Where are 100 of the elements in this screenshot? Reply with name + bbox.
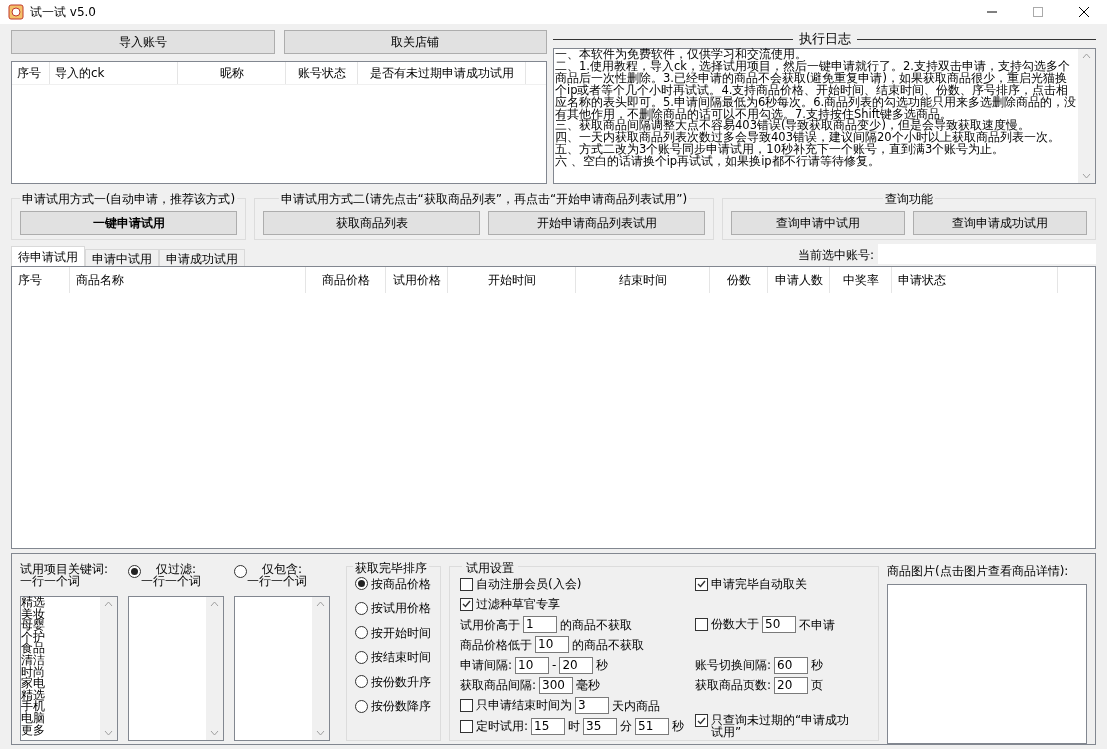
number-field[interactable]: 15 [531, 717, 566, 735]
checkbox[interactable] [460, 597, 473, 611]
radio-button[interactable] [234, 565, 247, 578]
keyword-item: 母婴 [21, 620, 46, 632]
group-title: 试用设置 [462, 559, 518, 577]
checkbox[interactable] [460, 699, 473, 713]
filter-list[interactable] [234, 596, 330, 741]
checkbox[interactable] [460, 577, 473, 591]
setting-label: 获取商品间隔: [460, 677, 537, 695]
keyword-item: 更多 [21, 724, 46, 737]
number-field[interactable]: 10 [535, 636, 569, 654]
radio-label: 按商品价格 [371, 575, 431, 593]
column-header[interactable]: 申请状态 [892, 267, 1058, 293]
checkbox-label: 申请完毕自动取关 [711, 577, 807, 590]
radio-label: 按开始时间 [371, 624, 431, 642]
column-header[interactable]: 商品名称 [70, 267, 306, 293]
action-button[interactable]: 获取商品列表 [263, 211, 480, 235]
column-header[interactable]: 申请人数 [768, 267, 830, 293]
scrollbar[interactable] [100, 597, 117, 740]
group-title: 获取完毕排序 [353, 559, 429, 577]
setting-label: 申请间隔: [460, 657, 513, 675]
radio-button[interactable] [355, 577, 368, 590]
radio-button[interactable] [128, 565, 141, 578]
image-label: 商品图片(点击图片查看商品详情): [887, 563, 1070, 580]
scrollbar[interactable] [312, 597, 329, 740]
checkbox-label: 自动注册会员(入会) [476, 577, 582, 590]
radio-label: 按份数升序 [371, 673, 431, 691]
scrollbar[interactable] [1078, 49, 1095, 183]
checkbox[interactable] [695, 714, 708, 728]
tab[interactable]: 待申请试用 [11, 246, 85, 266]
filter-label: 仅过滤: [155, 563, 196, 575]
radio-button[interactable] [355, 601, 368, 615]
keyword-item: 美妆 [21, 608, 46, 621]
keyword-item: 时尚 [21, 666, 46, 679]
number-field[interactable]: 10 [515, 656, 550, 674]
column-header[interactable]: 导入的ck [50, 62, 178, 84]
checkbox-label: 只申请结束时间为 [476, 699, 572, 712]
setting-label: 时 [568, 718, 581, 736]
window-title: 试一试 v5.0 [30, 4, 96, 21]
tab[interactable]: 申请成功试用 [159, 249, 245, 266]
checkbox[interactable] [695, 577, 708, 591]
number-field[interactable]: 35 [583, 717, 618, 735]
radio-button[interactable] [355, 675, 368, 688]
radio-button[interactable] [355, 650, 368, 664]
number-field[interactable]: 20 [774, 677, 809, 694]
radio-button[interactable] [355, 626, 368, 639]
column-header[interactable]: 昵称 [178, 62, 286, 84]
column-header[interactable]: 账号状态 [286, 62, 358, 84]
number-field[interactable]: 1 [523, 616, 557, 634]
action-button[interactable]: 一键申请试用 [20, 211, 237, 235]
number-field[interactable]: 300 [539, 677, 574, 694]
keywords-list[interactable]: 精选 美妆 母婴 个护 食品 清洁 时尚 家电 精选 手机 电脑 更多 [20, 596, 118, 741]
column-header[interactable]: 开始时间 [448, 267, 576, 293]
action-button[interactable]: 开始申请商品列表试用 [488, 211, 705, 235]
setting-label: 页 [811, 677, 824, 695]
number-field[interactable]: 51 [635, 717, 670, 735]
number-field[interactable]: 60 [774, 656, 809, 674]
group-title: 查询功能 [883, 190, 935, 208]
scrollbar[interactable] [206, 597, 223, 740]
tab[interactable]: 申请中试用 [85, 249, 159, 266]
column-header[interactable]: 试用价格 [386, 267, 448, 293]
radio-label: 按结束时间 [371, 649, 431, 666]
keyword-item: 精选 [21, 689, 46, 702]
keywords-hint: 一行一个词 [20, 575, 80, 587]
action-button[interactable]: 查询申请成功试用 [913, 211, 1087, 235]
app-icon [8, 4, 24, 20]
checkbox[interactable] [695, 618, 708, 632]
checkbox-label: 定时试用: [476, 719, 529, 732]
toolbar-button[interactable]: 取关店铺 [283, 30, 547, 54]
keyword-item: 食品 [21, 643, 46, 655]
setting-label: 商品价格低于 [460, 636, 532, 654]
radio-label: 按份数降序 [371, 698, 431, 715]
number-field[interactable]: 3 [575, 697, 609, 715]
column-header[interactable]: 结束时间 [576, 267, 710, 293]
keyword-item: 个护 [21, 631, 46, 644]
setting-label: - [552, 657, 557, 675]
filter-hint: 一行一个词 [247, 575, 307, 587]
toolbar-button[interactable]: 导入账号 [11, 30, 275, 54]
setting-label: 毫秒 [576, 677, 601, 695]
column-header[interactable]: 商品价格 [306, 267, 386, 293]
setting-label: 秒 [811, 657, 824, 675]
number-field[interactable]: 20 [559, 656, 594, 674]
keyword-item: 精选 [21, 597, 46, 609]
setting-label: 的商品不获取 [572, 636, 644, 654]
filter-hint: 一行一个词 [141, 575, 201, 587]
checkbox[interactable] [460, 719, 473, 733]
column-header[interactable]: 序号 [12, 62, 50, 84]
checkbox-label: 份数大于 [711, 618, 759, 631]
radio-button[interactable] [355, 699, 368, 713]
column-header[interactable]: 份数 [710, 267, 768, 293]
column-header[interactable]: 是否有未过期申请成功试用 [358, 62, 526, 84]
radio-label: 按试用价格 [371, 600, 431, 617]
filter-list[interactable] [128, 596, 224, 741]
action-button[interactable]: 查询申请中试用 [731, 211, 905, 235]
number-field[interactable]: 50 [762, 616, 796, 634]
image-box[interactable] [887, 584, 1087, 744]
setting-label: 秒 [596, 657, 609, 675]
setting-label: 分 [620, 718, 633, 736]
column-header[interactable]: 中奖率 [830, 267, 892, 293]
column-header[interactable]: 序号 [12, 267, 70, 293]
